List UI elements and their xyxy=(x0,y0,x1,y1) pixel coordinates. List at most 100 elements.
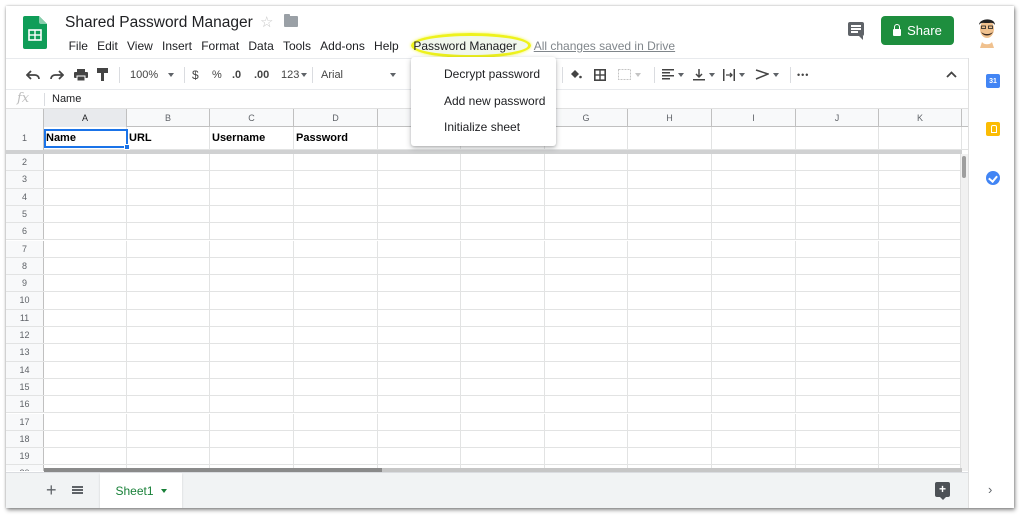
cell-G19[interactable] xyxy=(545,448,628,465)
cell-D12[interactable] xyxy=(294,327,378,344)
row-header[interactable]: 10 xyxy=(6,292,44,309)
cell-G10[interactable] xyxy=(545,292,628,309)
row-header[interactable]: 14 xyxy=(6,361,44,378)
row-header[interactable]: 11 xyxy=(6,309,44,326)
cell-G1[interactable] xyxy=(545,127,628,149)
cell-C11[interactable] xyxy=(210,309,294,326)
column-header[interactable]: B xyxy=(127,109,210,127)
cell-I3[interactable] xyxy=(712,171,796,188)
cell-J3[interactable] xyxy=(796,171,879,188)
cell-E5[interactable] xyxy=(378,205,461,223)
cell-B5[interactable] xyxy=(127,205,210,223)
zoom-select[interactable]: 100% xyxy=(130,59,175,90)
menu-insert[interactable]: Insert xyxy=(157,38,196,54)
cell-E11[interactable] xyxy=(378,309,461,326)
cell-H3[interactable] xyxy=(628,171,712,188)
cell-I13[interactable] xyxy=(712,344,796,361)
cell-B15[interactable] xyxy=(127,378,210,396)
horizontal-align-button[interactable] xyxy=(662,59,684,90)
cell-F18[interactable] xyxy=(461,430,545,448)
cell-A17[interactable] xyxy=(44,413,127,430)
more-button[interactable]: ••• xyxy=(797,59,809,90)
cell-I4[interactable] xyxy=(712,188,796,205)
column-header[interactable]: A xyxy=(44,109,127,127)
folder-icon[interactable] xyxy=(284,14,298,27)
cell-A9[interactable] xyxy=(44,275,127,292)
row-header[interactable]: 1 xyxy=(6,127,44,150)
cell-G15[interactable] xyxy=(545,378,628,396)
cell-A18[interactable] xyxy=(44,430,127,448)
cell-K11[interactable] xyxy=(879,309,962,326)
menu-item-initialize-sheet[interactable]: Initialize sheet xyxy=(411,114,556,141)
cell-F15[interactable] xyxy=(461,378,545,396)
row-header[interactable]: 5 xyxy=(6,205,44,223)
document-title[interactable]: Shared Password Manager xyxy=(65,14,253,32)
cell-A5[interactable] xyxy=(44,205,127,223)
cell-H2[interactable] xyxy=(628,154,712,171)
row-header[interactable]: 18 xyxy=(6,430,44,448)
decrease-decimal-button[interactable]: .0 xyxy=(232,59,241,90)
cell-E14[interactable] xyxy=(378,361,461,378)
cell-A13[interactable] xyxy=(44,344,127,361)
row-header[interactable]: 15 xyxy=(6,378,44,396)
percent-button[interactable]: % xyxy=(212,59,222,90)
cell-D17[interactable] xyxy=(294,413,378,430)
cell-E13[interactable] xyxy=(378,344,461,361)
column-header[interactable]: H xyxy=(628,109,712,127)
cell-J13[interactable] xyxy=(796,344,879,361)
cell-D7[interactable] xyxy=(294,240,378,257)
cell-K6[interactable] xyxy=(879,223,962,240)
cell-C9[interactable] xyxy=(210,275,294,292)
cell-C14[interactable] xyxy=(210,361,294,378)
cell-B9[interactable] xyxy=(127,275,210,292)
collapse-toolbar-button[interactable] xyxy=(946,59,957,90)
cell-I2[interactable] xyxy=(712,154,796,171)
column-header[interactable]: I xyxy=(712,109,796,127)
cell-I8[interactable] xyxy=(712,257,796,275)
cell-E6[interactable] xyxy=(378,223,461,240)
cell-C10[interactable] xyxy=(210,292,294,309)
all-sheets-icon[interactable] xyxy=(72,486,83,496)
cell-I14[interactable] xyxy=(712,361,796,378)
cell-H17[interactable] xyxy=(628,413,712,430)
cell-C12[interactable] xyxy=(210,327,294,344)
cell-B7[interactable] xyxy=(127,240,210,257)
cell-K17[interactable] xyxy=(879,413,962,430)
cell-K1[interactable] xyxy=(879,127,962,149)
cell-B2[interactable] xyxy=(127,154,210,171)
cell-H7[interactable] xyxy=(628,240,712,257)
cell-E7[interactable] xyxy=(378,240,461,257)
cell-A7[interactable] xyxy=(44,240,127,257)
text-rotation-button[interactable] xyxy=(755,59,779,90)
cell-J2[interactable] xyxy=(796,154,879,171)
cell-B10[interactable] xyxy=(127,292,210,309)
more-formats-select[interactable]: 123 xyxy=(281,59,308,90)
cell-H13[interactable] xyxy=(628,344,712,361)
vertical-scrollbar-thumb[interactable] xyxy=(962,156,966,178)
cell-E9[interactable] xyxy=(378,275,461,292)
cell-A8[interactable] xyxy=(44,257,127,275)
cell-I19[interactable] xyxy=(712,448,796,465)
cell-J11[interactable] xyxy=(796,309,879,326)
cell-H11[interactable] xyxy=(628,309,712,326)
select-all-corner[interactable] xyxy=(6,109,44,127)
currency-button[interactable]: $ xyxy=(192,59,199,90)
cell-A10[interactable] xyxy=(44,292,127,309)
cell-F14[interactable] xyxy=(461,361,545,378)
cell-H14[interactable] xyxy=(628,361,712,378)
cell-A14[interactable] xyxy=(44,361,127,378)
menu-tools[interactable]: Tools xyxy=(278,38,315,54)
explore-icon[interactable]: + xyxy=(935,482,950,500)
cell-D4[interactable] xyxy=(294,188,378,205)
menu-edit[interactable]: Edit xyxy=(93,38,123,54)
row-header[interactable]: 20 xyxy=(6,465,44,471)
cell-F13[interactable] xyxy=(461,344,545,361)
cell-F17[interactable] xyxy=(461,413,545,430)
cell-K13[interactable] xyxy=(879,344,962,361)
cell-E8[interactable] xyxy=(378,257,461,275)
cell-D18[interactable] xyxy=(294,430,378,448)
cell-B3[interactable] xyxy=(127,171,210,188)
chevron-right-icon[interactable]: › xyxy=(988,482,992,497)
calendar-icon[interactable]: 31 xyxy=(986,74,1000,88)
cell-A11[interactable] xyxy=(44,309,127,326)
